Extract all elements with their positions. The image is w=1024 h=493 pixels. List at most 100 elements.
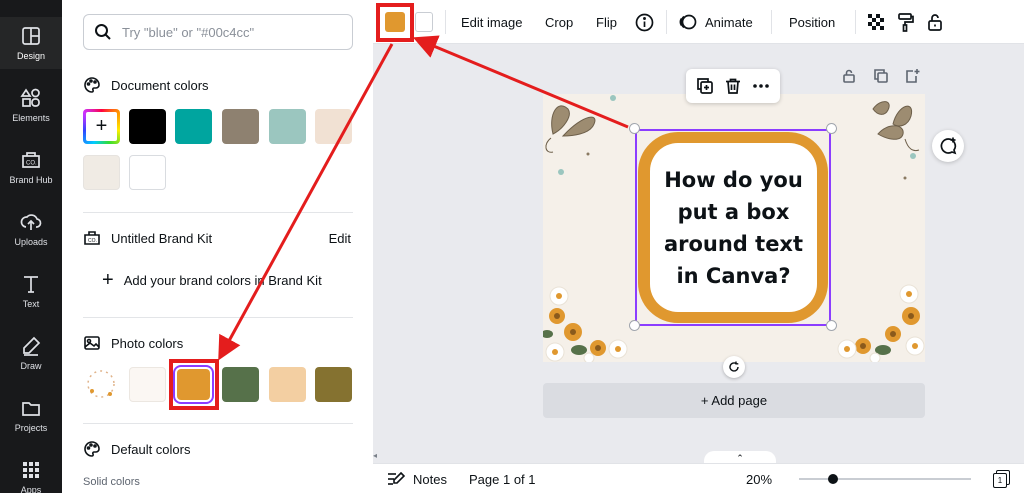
- info-button[interactable]: [635, 0, 654, 44]
- rail-item-label: Elements: [12, 113, 50, 123]
- notes-icon: [388, 471, 405, 485]
- rotate-icon: [729, 361, 739, 372]
- border-color-button[interactable]: [415, 0, 433, 44]
- photo-thumbnail[interactable]: [83, 367, 120, 402]
- resize-handle[interactable]: [629, 320, 640, 331]
- zoom-percentage[interactable]: 20%: [746, 464, 772, 493]
- color-search-box[interactable]: [83, 14, 353, 50]
- rail-item-draw[interactable]: Draw: [0, 327, 62, 379]
- edit-image-button[interactable]: Edit image: [461, 0, 522, 44]
- resize-handle[interactable]: [629, 123, 640, 134]
- selection-frame: [635, 129, 831, 326]
- photo-color-swatch[interactable]: [222, 367, 259, 402]
- add-page-icon: [906, 69, 920, 83]
- document-color-swatch[interactable]: [129, 109, 166, 144]
- top-toolbar: Edit image Crop Flip Animate Position: [373, 0, 1024, 44]
- rail-item-elements[interactable]: Elements: [0, 79, 62, 131]
- duplicate-element-button[interactable]: [696, 77, 714, 95]
- toolbar-separator: [445, 10, 446, 34]
- rail-item-label: Projects: [14, 423, 48, 433]
- rail-item-label: Apps: [20, 485, 42, 493]
- color-search-input[interactable]: [122, 24, 342, 40]
- add-page-icon-button[interactable]: [904, 68, 920, 84]
- scroll-left-arrow[interactable]: ◂: [373, 451, 385, 461]
- rail-item-uploads[interactable]: Uploads: [0, 203, 62, 255]
- page-indicator[interactable]: Page 1 of 1: [469, 464, 536, 493]
- rail-item-design[interactable]: Design: [0, 17, 62, 69]
- brand-icon: CO.: [22, 152, 40, 168]
- duplicate-page-button[interactable]: [873, 68, 889, 84]
- trash-icon: [726, 78, 740, 94]
- default-colors-title: Default colors: [111, 441, 191, 457]
- photo-color-swatch[interactable]: [269, 367, 306, 402]
- resize-handle[interactable]: [826, 320, 837, 331]
- rail-item-projects[interactable]: Projects: [0, 389, 62, 441]
- document-color-swatch[interactable]: [83, 155, 120, 190]
- add-comment-button[interactable]: [932, 130, 964, 162]
- lock-page-button[interactable]: [841, 68, 857, 84]
- rail-item-apps[interactable]: Apps: [0, 451, 62, 493]
- rail-item-text[interactable]: Text: [0, 265, 62, 317]
- more-options-button[interactable]: [752, 77, 770, 95]
- toolbar-separator: [855, 10, 856, 34]
- add-color-button[interactable]: +: [83, 109, 120, 144]
- lock-icon: [928, 14, 942, 31]
- document-color-swatch[interactable]: [222, 109, 259, 144]
- add-brand-colors-button[interactable]: + Add your brand colors in Brand Kit: [102, 270, 322, 290]
- photo-colors-heading: Photo colors: [83, 334, 183, 352]
- notes-button[interactable]: Notes: [387, 464, 447, 493]
- left-rail: Design Elements CO. Brand Hub Uploads Te…: [0, 0, 62, 493]
- position-button[interactable]: Position: [789, 0, 835, 44]
- rail-item-brand-hub[interactable]: CO. Brand Hub: [0, 141, 62, 193]
- resize-handle[interactable]: [826, 123, 837, 134]
- brand-kit-icon: CO.: [84, 231, 100, 245]
- document-color-swatch[interactable]: [269, 109, 306, 144]
- paint-roller-icon: [898, 13, 914, 32]
- plus-icon: +: [86, 112, 117, 141]
- text-icon: [24, 276, 38, 293]
- palette-brush-icon: [84, 77, 100, 93]
- photo-color-swatch[interactable]: [129, 367, 166, 402]
- svg-text:CO.: CO.: [88, 238, 97, 244]
- lock-button[interactable]: [926, 0, 944, 44]
- border-color-swatch: [415, 12, 433, 32]
- upload-icon: [20, 214, 42, 230]
- more-dots-icon: [753, 84, 769, 88]
- document-color-swatch[interactable]: [315, 109, 352, 144]
- svg-text:CO.: CO.: [26, 161, 37, 167]
- rotate-handle[interactable]: [723, 356, 745, 378]
- toolbar-separator: [666, 10, 667, 34]
- brand-kit-title: Untitled Brand Kit: [111, 230, 213, 246]
- plus-icon: +: [102, 269, 114, 291]
- rail-item-label: Uploads: [14, 237, 48, 247]
- delete-element-button[interactable]: [724, 77, 742, 95]
- document-color-swatch[interactable]: [175, 109, 212, 144]
- add-page-button[interactable]: + Add page: [543, 383, 925, 418]
- default-colors-heading: Default colors: [83, 440, 190, 458]
- animate-icon: [679, 14, 697, 30]
- brand-kit-edit-link[interactable]: Edit: [329, 231, 351, 246]
- shapes-icon: [20, 88, 40, 107]
- animate-button[interactable]: Animate: [678, 0, 753, 44]
- zoom-slider-thumb[interactable]: [828, 474, 839, 484]
- rail-item-label: Design: [16, 51, 45, 61]
- zoom-slider-track[interactable]: [799, 474, 971, 484]
- crop-button[interactable]: Crop: [545, 0, 573, 44]
- photo-color-swatch[interactable]: [315, 367, 352, 402]
- document-color-swatch[interactable]: [129, 155, 166, 190]
- page-count-button[interactable]: 1: [993, 464, 1011, 493]
- divider: [83, 317, 353, 318]
- divider: [83, 423, 353, 424]
- toolbar-separator: [771, 10, 772, 34]
- transparency-button[interactable]: [867, 0, 885, 44]
- paint-format-button[interactable]: [897, 0, 915, 44]
- rail-item-label: Draw: [20, 361, 42, 371]
- image-icon: [84, 336, 100, 350]
- flip-button[interactable]: Flip: [596, 0, 617, 44]
- search-icon: [95, 24, 111, 40]
- layout-icon: [22, 27, 40, 45]
- apps-icon: [23, 462, 39, 478]
- palette-icon: [84, 441, 100, 457]
- bottom-bar: Notes Page 1 of 1 20% 1: [373, 463, 1024, 493]
- draw-icon: [23, 336, 41, 356]
